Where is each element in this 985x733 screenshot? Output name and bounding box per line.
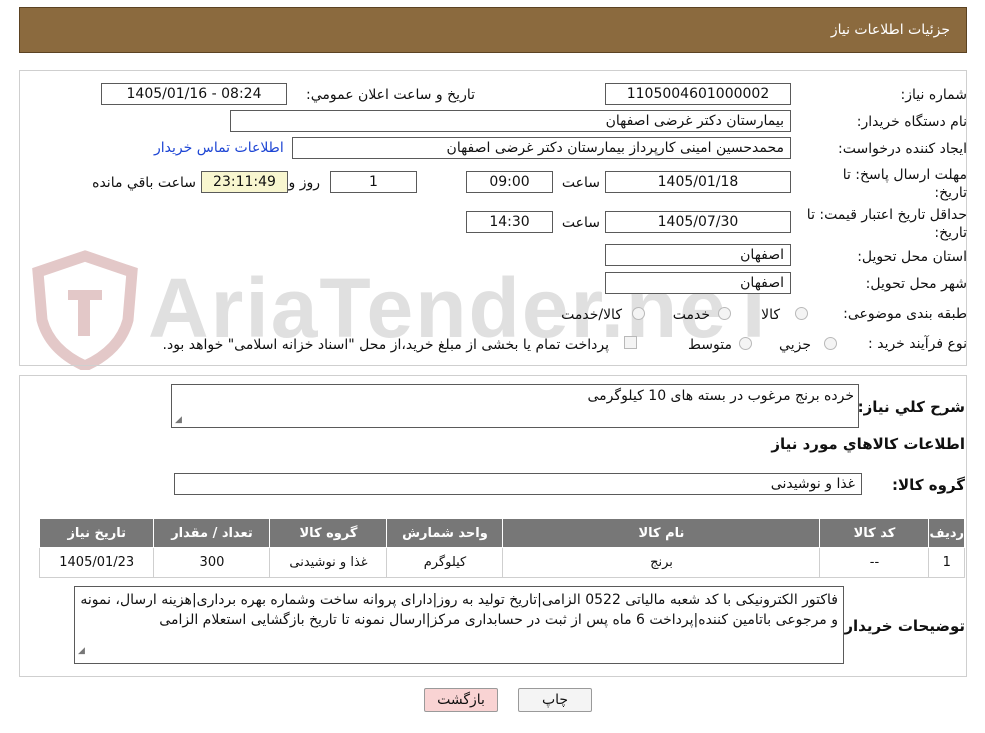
page-header: جزئیات اطلاعات نیاز bbox=[19, 7, 967, 53]
resize-handle-icon[interactable]: ◢ bbox=[78, 641, 85, 661]
back-button[interactable]: بازگشت bbox=[424, 688, 498, 712]
deadline-time-label: ساعت bbox=[561, 175, 600, 191]
column-header-row-number: رديف bbox=[928, 518, 965, 548]
table-row: 1 -- برنج کیلوگرم غذا و نوشیدنی 300 1405… bbox=[38, 547, 965, 578]
purchase-process-label: نوع فرآيند خريد : bbox=[868, 336, 967, 352]
province-label: استان محل تحويل: bbox=[857, 249, 967, 265]
city-label: شهر محل تحويل: bbox=[865, 276, 967, 292]
need-number-field[interactable]: 1105004601000002 bbox=[605, 83, 791, 105]
province-field[interactable]: اصفهان bbox=[605, 244, 791, 266]
deadline-date-field[interactable]: 1405/01/18 bbox=[605, 171, 791, 193]
category-service-radio[interactable] bbox=[718, 307, 731, 320]
price-validity-date-field[interactable]: 1405/07/30 bbox=[605, 211, 791, 233]
column-header-unit: واحد شمارش bbox=[386, 518, 504, 548]
column-header-goods-group: گروه کالا bbox=[269, 518, 388, 548]
buyer-org-field[interactable]: بیمارستان دکتر غرضی اصفهان bbox=[230, 110, 791, 132]
creator-field[interactable]: محمدحسین امینی کارپرداز بیمارستان دکتر غ… bbox=[292, 137, 791, 159]
cell-row-number: 1 bbox=[928, 547, 965, 578]
creator-label: ايجاد کننده درخواست: bbox=[838, 141, 967, 157]
process-minor-label: جزيي bbox=[779, 337, 811, 353]
items-table: رديف کد کالا نام کالا واحد شمارش گروه کا… bbox=[38, 518, 965, 578]
treasury-payment-checkbox[interactable] bbox=[624, 336, 637, 349]
category-goods-service-label: کالا/خدمت bbox=[561, 307, 622, 323]
city-field[interactable]: اصفهان bbox=[605, 272, 791, 294]
goods-group-label: گروه کالا: bbox=[892, 476, 965, 494]
general-description-text: خرده برنج مرغوب در بسته های 10 کیلوگرمی bbox=[587, 388, 854, 404]
general-description-field[interactable]: خرده برنج مرغوب در بسته های 10 کیلوگرمی … bbox=[171, 384, 859, 428]
cell-need-date: 1405/01/23 bbox=[38, 547, 155, 578]
cell-unit: کیلوگرم bbox=[386, 547, 504, 578]
deadline-time-field[interactable]: 09:00 bbox=[466, 171, 553, 193]
column-header-need-date: تاريخ نياز bbox=[38, 518, 155, 548]
announce-date-label: تاریخ و ساعت اعلان عمومي: bbox=[306, 87, 475, 103]
page-title: جزئیات اطلاعات نیاز bbox=[830, 22, 950, 38]
buyer-notes-field[interactable]: فاکتور الکترونیکی با کد شعبه مالیاتی 052… bbox=[74, 586, 844, 664]
days-label: روز و bbox=[288, 175, 321, 191]
table-header-row: رديف کد کالا نام کالا واحد شمارش گروه کا… bbox=[38, 518, 965, 548]
category-service-label: خدمت bbox=[672, 307, 710, 323]
buyer-contact-link[interactable]: اطلاعات تماس خريدار bbox=[154, 140, 284, 156]
resize-handle-icon[interactable]: ◢ bbox=[175, 415, 182, 425]
days-remaining-field[interactable]: 1 bbox=[330, 171, 417, 193]
buyer-org-label: نام دستگاه خريدار: bbox=[856, 114, 967, 130]
deadline-label: مهلت ارسال پاسخ: تا تاريخ: bbox=[842, 167, 967, 201]
cell-quantity: 300 bbox=[153, 547, 271, 578]
cell-goods-group: غذا و نوشیدنی bbox=[269, 547, 388, 578]
cell-item-code: -- bbox=[819, 547, 930, 578]
category-goods-service-radio[interactable] bbox=[632, 307, 645, 320]
category-label: طبقه بندی موضوعی: bbox=[843, 306, 967, 322]
process-medium-radio[interactable] bbox=[739, 337, 752, 350]
buyer-notes-label: توضيحات خريدار: bbox=[838, 617, 965, 635]
column-header-item-name: نام کالا bbox=[502, 518, 821, 548]
general-description-label: شرح کلي نياز: bbox=[857, 398, 965, 416]
remaining-time-field: 23:11:49 bbox=[201, 171, 288, 193]
price-validity-label: حداقل تاريخ اعتبار قيمت: تا تاريخ: bbox=[806, 207, 967, 241]
buyer-notes-text: فاکتور الکترونیکی با کد شعبه مالیاتی 052… bbox=[80, 592, 838, 628]
need-number-label: شماره نیاز: bbox=[900, 87, 968, 103]
announce-date-field[interactable]: 1405/01/16 - 08:24 bbox=[101, 83, 287, 105]
cell-item-name: برنج bbox=[502, 547, 821, 578]
column-header-quantity: تعداد / مقدار bbox=[153, 518, 271, 548]
print-button[interactable]: چاپ bbox=[518, 688, 592, 712]
process-minor-radio[interactable] bbox=[824, 337, 837, 350]
column-header-item-code: کد کالا bbox=[819, 518, 930, 548]
items-section-heading: اطلاعات کالاهاي مورد نياز bbox=[771, 435, 965, 453]
category-goods-label: کالا bbox=[761, 307, 780, 323]
price-validity-time-label: ساعت bbox=[561, 215, 600, 231]
remaining-time-label: ساعت باقي مانده bbox=[92, 175, 196, 191]
price-validity-time-field[interactable]: 14:30 bbox=[466, 211, 553, 233]
treasury-payment-note: پرداخت تمام يا بخشی از مبلغ خريد،از محل … bbox=[162, 337, 609, 353]
process-medium-label: متوسط bbox=[688, 337, 732, 353]
goods-group-field[interactable]: غذا و نوشیدنی bbox=[174, 473, 862, 495]
category-goods-radio[interactable] bbox=[795, 307, 808, 320]
